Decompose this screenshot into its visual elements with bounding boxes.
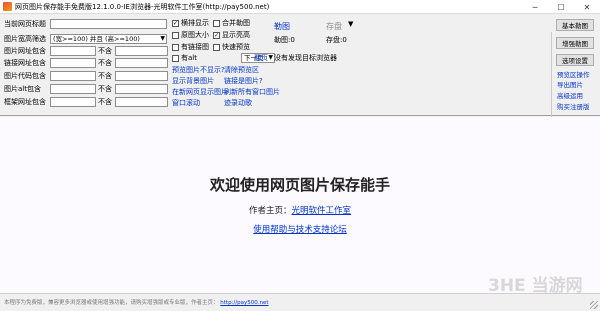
show-in-new-page-link[interactable]: 在新网页显示图片 [172, 87, 228, 97]
size-filter-row: 图片宽高筛选 [4, 34, 50, 44]
maximize-button[interactable]: ☐ [548, 0, 574, 14]
no-browser-text: 没有发现目标浏览器 [274, 54, 337, 62]
link-url-not-input[interactable] [115, 58, 168, 68]
frame-url-contains-input[interactable] [50, 97, 96, 107]
preview-not-shown-link[interactable]: 预览图片不显示? [172, 65, 225, 75]
checkbox-box[interactable] [172, 43, 179, 51]
options-button[interactable]: 选项设置 [556, 54, 594, 66]
checkbox-box[interactable] [172, 54, 179, 62]
show-bg-images-link[interactable]: 显示背景图片 [172, 76, 214, 86]
img-url-not-input[interactable] [115, 46, 168, 56]
frame-url-not-label: 不含 [98, 98, 112, 106]
checkbox-original-size[interactable]: 原图大小 [172, 30, 209, 40]
watermark-logo: 3HE 当游网 [488, 276, 583, 296]
img-code-not-label: 不含 [98, 72, 112, 80]
help-forum-link[interactable]: 使用帮助与技术支持论坛 [0, 223, 600, 235]
link-is-image-link[interactable]: 链接是图片? [224, 76, 263, 86]
size-filter-select[interactable]: (宽>=100) 并且 (高>=100) ▼ [50, 34, 167, 44]
link-url-contains-label: 链接网址包含 [4, 59, 46, 67]
buy-registration-link[interactable]: 购买注册版 [557, 101, 590, 111]
chevron-down-icon[interactable]: ▼ [348, 20, 353, 28]
checkbox-alt-label: 有alt [181, 54, 197, 62]
img-alt-filter-row: 图片alt包含 不含 [4, 84, 168, 94]
frame-url-not-input[interactable] [115, 97, 168, 107]
auto-scroll-link[interactable]: 迹录动歌 [224, 98, 252, 108]
link-url-not-label: 不含 [98, 59, 112, 67]
status-message: 本程序为免费版，兼容更多浏览器或使用增强功能，请购买增强版或专业版，作者主页： [4, 300, 219, 306]
checkbox-box[interactable]: ✓ [172, 19, 179, 27]
checkbox-quick-preview-label: 快速预览 [222, 43, 250, 51]
img-code-contains-input[interactable] [50, 71, 96, 81]
page-title-row: 当前网页标题 [4, 19, 167, 29]
checkbox-merge-images[interactable]: 合并勒图 [213, 18, 250, 28]
img-url-contains-label: 图片网址包含 [4, 47, 46, 55]
checkbox-show-highlight[interactable]: ✓ 显示亮高 [213, 30, 250, 40]
img-code-not-input[interactable] [115, 71, 168, 81]
minimize-button[interactable]: ─ [522, 0, 548, 14]
author-prefix: 作者主页： [248, 206, 292, 216]
advanced-usage-link[interactable]: 高级运用 [557, 90, 583, 100]
chevron-down-icon: ▼ [268, 54, 273, 61]
status-text: 本程序为免费版，兼容更多浏览器或使用增强功能，请购买增强版或专业版，作者主页： … [4, 298, 269, 306]
checkbox-box[interactable] [213, 43, 220, 51]
page-title-input[interactable] [50, 19, 167, 29]
grab-count: 勒图:0 [274, 36, 295, 44]
app-icon [3, 2, 12, 11]
checkbox-horizontal-display-label: 横排显示 [181, 19, 209, 27]
img-url-contains-input[interactable] [50, 46, 96, 56]
refresh-all-windows-link[interactable]: 刷新所有窗口图片 [224, 87, 280, 97]
window-title: 网页图片保存能手免费版12.1.0.0-IE浏览器-光明软件工作室(http:/… [15, 3, 270, 11]
status-bar: 本程序为免费版，兼容更多浏览器或使用增强功能，请购买增强版或专业版，作者主页： … [0, 295, 600, 311]
link-url-contains-input[interactable] [50, 58, 96, 68]
settings-panel: 当前网页标题 图片宽高筛选 (宽>=100) 并且 (高>=100) ▼ 图片网… [0, 15, 600, 129]
checkbox-show-highlight-label: 显示亮高 [222, 31, 250, 39]
resize-grip[interactable] [590, 301, 598, 309]
divider [551, 32, 552, 129]
img-url-not-label: 不含 [98, 47, 112, 55]
welcome-headline: 欢迎使用网页图片保存能手 [209, 176, 390, 194]
checkbox-alt[interactable]: 有alt [172, 53, 197, 63]
checkbox-box[interactable] [213, 19, 220, 27]
checkbox-link-image[interactable]: 有链接图 [172, 42, 209, 52]
img-alt-contains-input[interactable] [50, 84, 96, 94]
img-code-filter-row: 图片代码包含 不含 [4, 71, 168, 81]
checkbox-link-image-label: 有链接图 [181, 43, 209, 51]
export-images-link[interactable]: 导出图片 [557, 79, 583, 89]
save-label: 存盘 [326, 22, 342, 31]
author-homepage-link[interactable]: 光明软件工作室 [292, 206, 352, 216]
flip-page-link[interactable]: 翻页 [254, 53, 268, 63]
basic-grab-button[interactable]: 基本勒图 [556, 19, 594, 31]
grab-link[interactable]: 勒图 [274, 21, 290, 32]
close-button[interactable]: ✕ [574, 0, 600, 14]
author-line: 作者主页：光明软件工作室 [0, 204, 600, 216]
size-filter-value: (宽>=100) 并且 (高>=100) [53, 35, 140, 43]
img-alt-not-label: 不含 [98, 85, 112, 93]
img-url-filter-row: 图片网址包含 不含 [4, 46, 168, 56]
frame-url-contains-label: 框架网址包含 [4, 98, 46, 106]
checkbox-box[interactable] [172, 31, 179, 39]
frame-url-filter-row: 框架网址包含 不含 [4, 97, 168, 107]
checkbox-box[interactable]: ✓ [213, 31, 220, 39]
preview-area[interactable]: 欢迎使用网页图片保存能手 作者主页：光明软件工作室 使用帮助与技术支持论坛 3H… [0, 117, 600, 296]
clear-preview-link[interactable]: 清除预览区 [224, 65, 259, 75]
status-url-link[interactable]: http://pay500.net [220, 300, 268, 306]
checkbox-horizontal-display[interactable]: ✓ 横排显示 [172, 18, 209, 28]
window-controls: ─ ☐ ✕ [522, 0, 600, 14]
title-bar: 网页图片保存能手免费版12.1.0.0-IE浏览器-光明软件工作室(http:/… [0, 0, 600, 14]
window-scroll-link[interactable]: 窗口滚动 [172, 98, 200, 108]
chevron-down-icon: ▼ [160, 35, 165, 42]
size-filter-label: 图片宽高筛选 [4, 35, 46, 43]
preview-area-link[interactable]: 预览区操作 [557, 69, 590, 79]
img-alt-not-input[interactable] [115, 84, 168, 94]
page-title-label: 当前网页标题 [4, 20, 46, 28]
save-count: 存盘:0 [326, 36, 347, 44]
link-url-filter-row: 链接网址包含 不含 [4, 58, 168, 68]
checkbox-original-size-label: 原图大小 [181, 31, 209, 39]
img-code-contains-label: 图片代码包含 [4, 72, 46, 80]
img-alt-contains-label: 图片alt包含 [4, 85, 41, 93]
enhanced-grab-button[interactable]: 增强勒图 [556, 37, 594, 49]
checkbox-merge-images-label: 合并勒图 [222, 19, 250, 27]
checkbox-quick-preview[interactable]: 快速预览 [213, 42, 250, 52]
